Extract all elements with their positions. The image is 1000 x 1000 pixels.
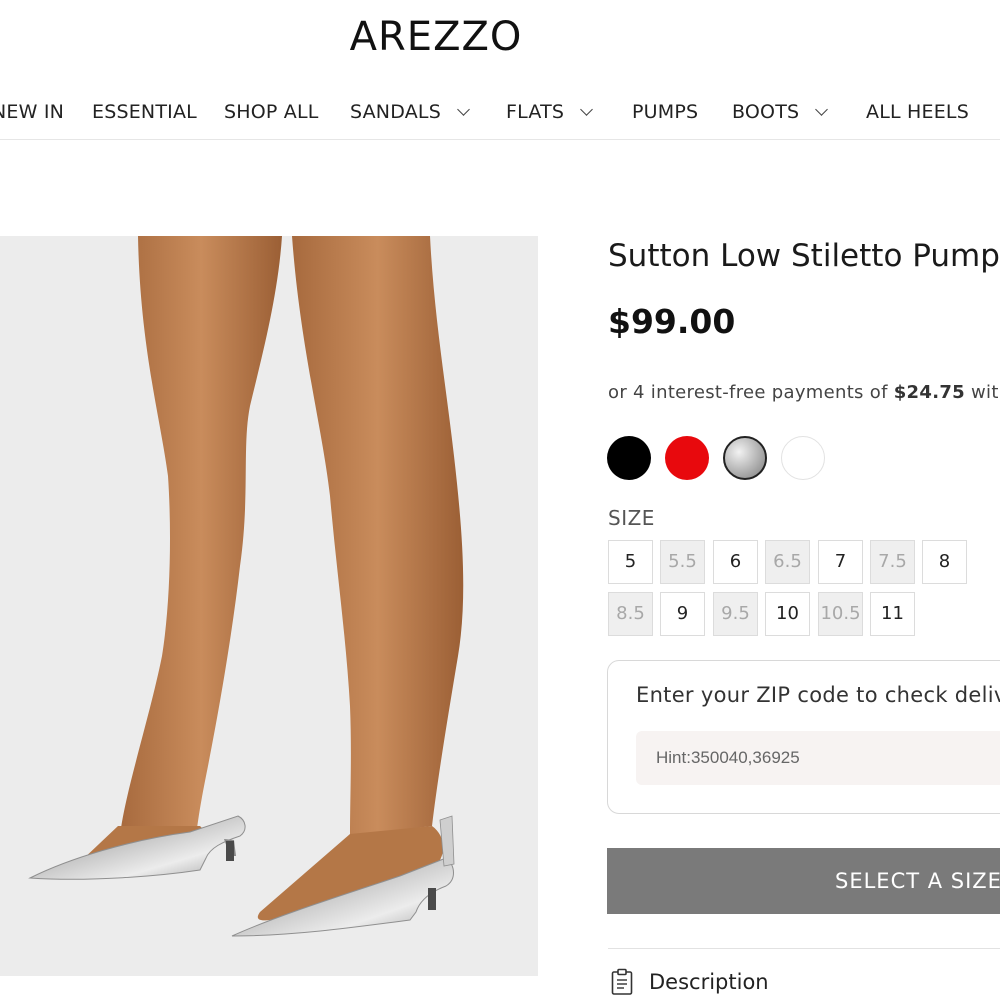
installments-prefix: or 4 interest-free payments of <box>608 382 894 403</box>
nav-item-all-heels[interactable]: ALL HEELS <box>866 96 969 128</box>
nav-item-label: SANDALS <box>350 101 441 123</box>
color-swatch-red[interactable] <box>665 436 709 480</box>
installments-text: or 4 interest-free payments of $24.75 wi… <box>608 382 1000 403</box>
select-size-button[interactable]: SELECT A SIZE <box>607 848 1000 914</box>
nav-item-label: FLATS <box>506 101 565 123</box>
product-image[interactable] <box>0 236 538 976</box>
zip-check-title: Enter your ZIP code to check delivery <box>636 683 1000 707</box>
section-divider <box>608 948 1000 949</box>
product-photo-illustration <box>28 236 464 937</box>
main-nav: NEW IN ESSENTIAL SHOP ALL SANDALS FLATS … <box>0 96 1000 128</box>
nav-item-label: PUMPS <box>632 101 699 123</box>
size-option[interactable]: 5 <box>608 540 653 584</box>
nav-item-shop-all[interactable]: SHOP ALL <box>224 96 319 128</box>
nav-item-new-in[interactable]: NEW IN <box>0 96 64 128</box>
description-toggle[interactable]: Description <box>608 968 1000 1000</box>
size-option-unavailable[interactable]: 5.5 <box>660 540 705 584</box>
size-option[interactable]: 8 <box>922 540 967 584</box>
chevron-down-icon[interactable] <box>457 103 470 116</box>
zip-check-card: Enter your ZIP code to check delivery <box>607 660 1000 814</box>
color-swatch-black[interactable] <box>607 436 651 480</box>
size-option-unavailable[interactable]: 10.5 <box>818 592 863 636</box>
product-title: Sutton Low Stiletto Pump <box>608 238 1000 274</box>
header-divider <box>0 139 1000 140</box>
nav-item-pumps[interactable]: PUMPS <box>632 96 698 128</box>
nav-item-label: ESSENTIAL <box>92 101 197 123</box>
installments-suffix: with <box>971 382 1000 403</box>
color-swatches <box>607 436 1000 482</box>
color-swatch-silver[interactable] <box>723 436 767 480</box>
nav-item-label: BOOTS <box>732 101 800 123</box>
brand-logo[interactable]: AREZZO <box>0 14 872 60</box>
size-option-unavailable[interactable]: 7.5 <box>870 540 915 584</box>
size-option[interactable]: 9 <box>660 592 705 636</box>
zip-code-input[interactable] <box>636 731 1000 785</box>
nav-item-label: ALL HEELS <box>866 101 969 123</box>
nav-item-label: SHOP ALL <box>224 101 319 123</box>
size-option[interactable]: 7 <box>818 540 863 584</box>
size-option-unavailable[interactable]: 9.5 <box>713 592 758 636</box>
chevron-down-icon[interactable] <box>815 103 829 116</box>
size-label: SIZE <box>608 506 655 530</box>
size-option[interactable]: 10 <box>765 592 810 636</box>
clipboard-icon <box>611 968 633 995</box>
size-option-unavailable[interactable]: 6.5 <box>765 540 810 584</box>
size-option-unavailable[interactable]: 8.5 <box>608 592 653 636</box>
description-label: Description <box>649 970 769 994</box>
size-option[interactable]: 6 <box>713 540 758 584</box>
installments-amount: $24.75 <box>893 382 965 403</box>
nav-item-boots[interactable]: BOOTS <box>732 96 829 128</box>
nav-item-flats[interactable]: FLATS <box>506 96 594 128</box>
chevron-down-icon[interactable] <box>580 103 594 116</box>
size-option[interactable]: 11 <box>870 592 915 636</box>
nav-item-sandals[interactable]: SANDALS <box>350 96 470 128</box>
nav-item-label: NEW IN <box>0 101 65 123</box>
color-swatch-white[interactable] <box>781 436 825 480</box>
product-price: $99.00 <box>608 302 736 341</box>
nav-item-essential[interactable]: ESSENTIAL <box>92 96 197 128</box>
